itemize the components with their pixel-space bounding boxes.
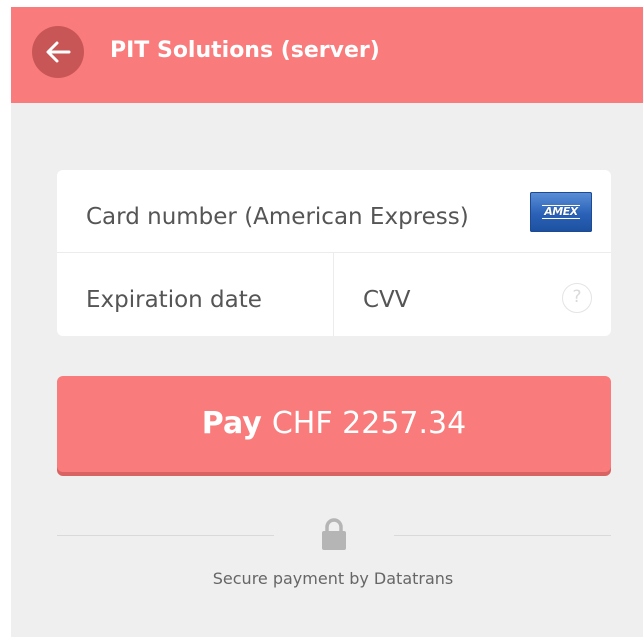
secure-payment-note: Secure payment by Datatrans — [212, 569, 454, 588]
cvv-field[interactable]: CVV ? — [334, 253, 611, 336]
expiration-date-field[interactable]: Expiration date — [57, 253, 334, 336]
back-button[interactable] — [32, 26, 84, 78]
pay-button-amount: CHF 2257.34 — [271, 406, 467, 441]
divider-left — [57, 535, 274, 536]
card-number-placeholder: Card number (American Express) — [86, 204, 469, 230]
payment-page: PIT Solutions (server) Card number (Amer… — [11, 7, 643, 637]
merchant-title: PIT Solutions (server) — [110, 38, 380, 63]
amex-logo-icon: AMEX — [530, 192, 592, 232]
question-mark-icon[interactable]: ? — [562, 283, 592, 313]
header-bar: PIT Solutions (server) — [11, 7, 643, 103]
cvv-placeholder: CVV — [363, 287, 411, 313]
card-brand-label: AMEX — [542, 205, 580, 219]
arrow-left-icon — [46, 41, 71, 63]
pay-button[interactable]: Pay CHF 2257.34 — [57, 376, 611, 472]
expiration-date-placeholder: Expiration date — [86, 287, 262, 313]
card-form: Card number (American Express) AMEX Expi… — [57, 170, 611, 336]
lock-icon — [322, 518, 346, 550]
divider-right — [394, 535, 611, 536]
pay-button-label: Pay — [201, 406, 262, 441]
card-number-field[interactable]: Card number (American Express) AMEX — [57, 170, 611, 253]
card-details-row: Expiration date CVV ? — [57, 253, 611, 336]
